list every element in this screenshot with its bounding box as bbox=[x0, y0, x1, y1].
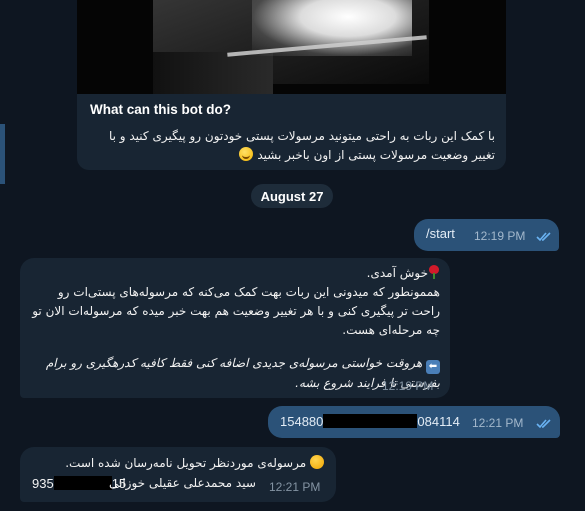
bot-intro-text: با کمک این ربات به راحتی میتونید مرسولات… bbox=[108, 129, 495, 162]
tracking-code-prefix: 154880 bbox=[280, 414, 324, 429]
recipient-name: سید محمدعلی عقیلی خوزانی bbox=[109, 476, 256, 490]
incoming-message-welcome[interactable]: خوش آمدی. هممونطور که میدونی این ربات به… bbox=[20, 258, 450, 398]
incoming-message-status[interactable]: مرسوله‌ی موردنظر تحویل نامه‌رسان شده است… bbox=[20, 447, 336, 502]
welcome-instructions-text: هروقت خواستی مرسوله‌ی جدیدی اضافه کنی فق… bbox=[45, 356, 440, 390]
message-time: 12:19 PM bbox=[474, 229, 526, 243]
welcome-instructions: ⬅ هروقت خواستی مرسوله‌ی جدیدی اضافه کنی … bbox=[32, 354, 440, 393]
left-arrow-icon: ⬅ bbox=[426, 360, 440, 374]
message-time: 12:21 PM bbox=[269, 480, 321, 494]
bot-intro-description: با کمک این ربات به راحتی میتونید مرسولات… bbox=[90, 127, 495, 165]
tracking-code-suffix: 084114 bbox=[417, 414, 460, 429]
rose-icon bbox=[428, 265, 440, 279]
message-time: 12:19 PM bbox=[382, 379, 434, 393]
date-separator: August 27 bbox=[251, 184, 333, 208]
status-text: مرسوله‌ی موردنظر تحویل نامه‌رسان شده است… bbox=[65, 455, 324, 470]
relieved-face-icon bbox=[310, 455, 324, 469]
number-prefix: 935 bbox=[32, 476, 54, 491]
read-ticks-icon bbox=[536, 232, 551, 242]
redaction-bar bbox=[53, 476, 112, 490]
status-delivered-text: مرسوله‌ی موردنظر تحویل نامه‌رسان شده است… bbox=[65, 456, 307, 470]
bot-intro-card: What can this bot do? با کمک این ربات به… bbox=[77, 0, 506, 170]
chat-list-edge bbox=[0, 124, 5, 184]
bot-intro-heading: What can this bot do? bbox=[90, 102, 231, 117]
message-text: /start bbox=[426, 226, 455, 241]
grinning-face-icon bbox=[239, 147, 254, 161]
outgoing-message-start[interactable]: /start 12:19 PM bbox=[414, 219, 559, 251]
welcome-text: خوش آمدی. هممونطور که میدونی این ربات به… bbox=[32, 264, 440, 340]
welcome-greeting: خوش آمدی. bbox=[366, 266, 428, 280]
read-ticks-icon bbox=[536, 419, 551, 429]
welcome-paragraph: هممونطور که میدونی این ربات بهت کمک می‌ک… bbox=[32, 285, 440, 337]
redaction-bar bbox=[323, 414, 418, 428]
outgoing-message-tracking-code[interactable]: 154880 084114 12:21 PM bbox=[268, 406, 560, 438]
bot-intro-image bbox=[77, 0, 506, 94]
tracking-code: 154880 084114 bbox=[280, 414, 460, 429]
message-time: 12:21 PM bbox=[472, 416, 524, 430]
